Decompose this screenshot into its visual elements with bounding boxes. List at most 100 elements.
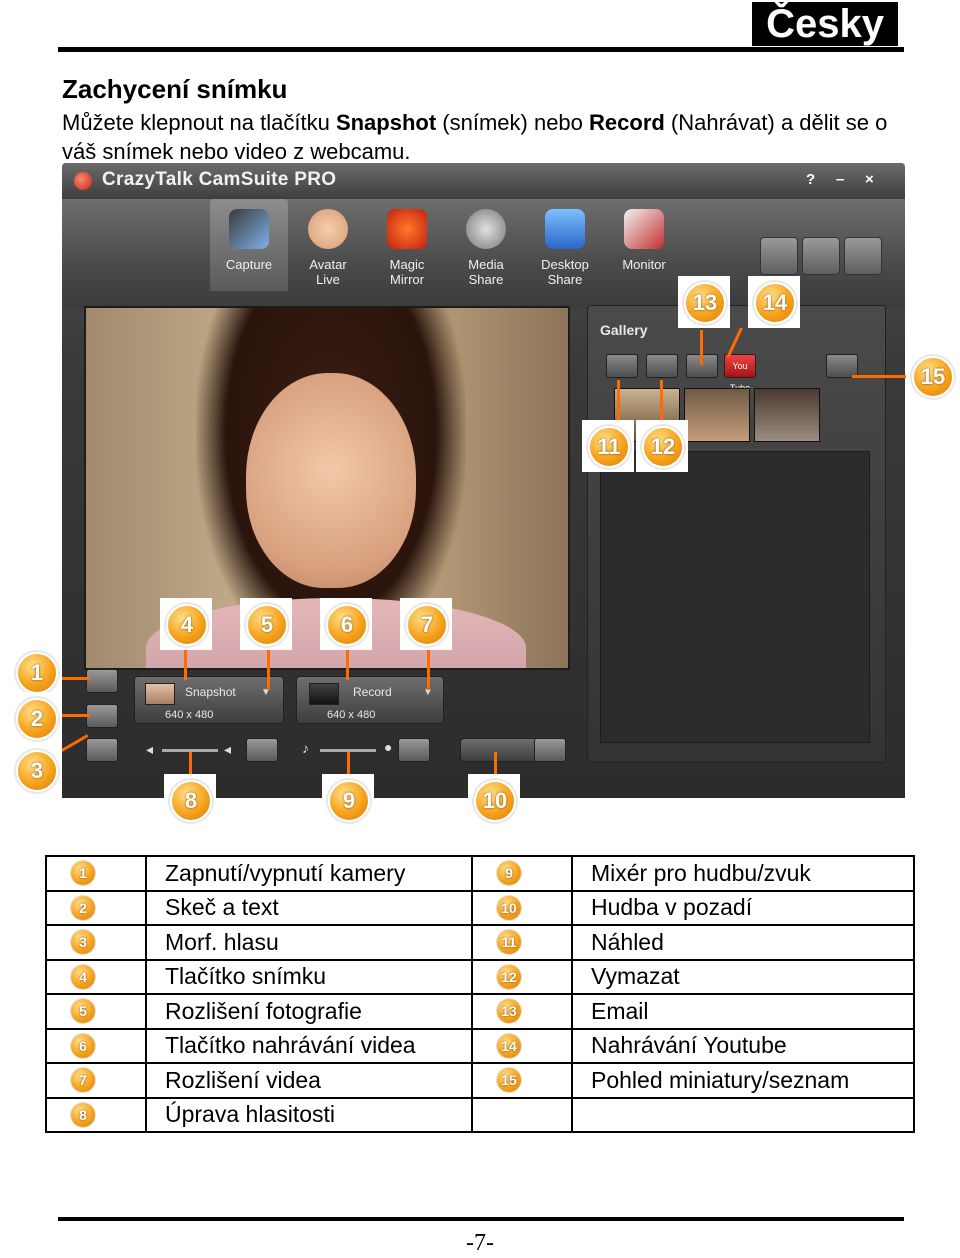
gear-icon[interactable] <box>802 237 840 275</box>
leader-5 <box>267 650 270 690</box>
gallery-panel: Gallery You Tube <box>587 305 886 763</box>
badge-icon: 12 <box>497 964 521 989</box>
camera-toggle-button[interactable] <box>86 669 118 693</box>
voice-morph-button[interactable] <box>86 738 118 762</box>
callout-13: 13 <box>684 282 726 324</box>
callout-8: 8 <box>170 780 212 822</box>
table-row: 2 Skeč a text 10 Hudba v pozadí <box>45 889 915 926</box>
leader-4 <box>184 650 187 680</box>
badge-icon: 6 <box>71 1033 95 1058</box>
mode-avatar-live[interactable]: Avatar Live <box>289 199 367 291</box>
webcam-icon <box>229 209 269 249</box>
badge-icon: 4 <box>71 964 95 989</box>
record-thumb <box>309 683 339 705</box>
leader-6 <box>346 650 349 680</box>
callout-14: 14 <box>754 282 796 324</box>
badge-icon: 5 <box>71 999 95 1023</box>
leader-11 <box>617 380 620 422</box>
app-title: CrazyTalk CamSuite PRO <box>102 169 337 190</box>
top-rule <box>58 47 904 52</box>
snapshot-term: Snapshot <box>335 110 437 135</box>
snapshot-button[interactable]: Snapshot 640 x 480 ▼ <box>134 676 284 724</box>
table-row: 5 Rozlišení fotografie 13 Email <box>45 993 915 1030</box>
badge-icon: 1 <box>71 861 95 885</box>
leader-7 <box>427 650 430 690</box>
leader-13 <box>700 330 703 365</box>
badge-icon: 11 <box>497 930 521 954</box>
avatar-icon <box>308 209 348 249</box>
language-tab: Česky <box>752 2 898 46</box>
badge-icon: 13 <box>497 999 521 1023</box>
table-row: 3 Morf. hlasu 11 Náhled <box>45 924 915 961</box>
badge-icon: 8 <box>71 1102 95 1127</box>
record-resolution[interactable]: 640 x 480 <box>327 709 375 721</box>
record-button[interactable]: Record 640 x 480 ▼ <box>296 676 444 724</box>
speaker-button[interactable] <box>246 738 278 762</box>
app-screenshot: CrazyTalk CamSuite PRO ? – × Capture Ava… <box>62 163 905 798</box>
badge-icon: 2 <box>71 895 95 920</box>
help-button[interactable]: ? <box>806 171 815 188</box>
leader-1 <box>60 677 90 680</box>
badge-icon: 14 <box>497 1033 521 1058</box>
sketch-text-button[interactable] <box>86 704 118 728</box>
mode-capture[interactable]: Capture <box>210 199 288 291</box>
callout-6: 6 <box>326 604 368 646</box>
table-row: 4 Tlačítko snímku 12 Vymazat <box>45 958 915 995</box>
callout-3: 3 <box>16 750 58 792</box>
security-camera-icon <box>624 209 664 249</box>
callout-10: 10 <box>474 780 516 822</box>
monitors-icon <box>545 209 585 249</box>
gallery-thumbnail[interactable] <box>684 388 750 442</box>
volume-low-icon: ◂ <box>146 741 154 757</box>
volume-high-icon: ◂ <box>224 741 232 757</box>
snapshot-thumb <box>145 683 175 705</box>
minimize-button[interactable]: – <box>836 171 844 188</box>
table-row: 6 Tlačítko nahrávání videa 14 Nahrávání … <box>45 1027 915 1064</box>
leader-15 <box>852 375 908 378</box>
callout-5: 5 <box>246 604 288 646</box>
snapshot-resolution[interactable]: 640 x 480 <box>165 709 213 721</box>
app-logo-icon <box>74 172 92 190</box>
badge-icon: 3 <box>71 930 95 954</box>
preview-button[interactable] <box>606 354 638 378</box>
preview-face <box>246 373 416 588</box>
leader-12 <box>660 380 663 422</box>
bottom-rule <box>58 1217 904 1221</box>
mode-desktop-share[interactable]: Desktop Share <box>526 199 604 291</box>
intro-text: Můžete klepnout na tlačítku Snapshot (sn… <box>62 110 888 164</box>
mode-monitor[interactable]: Monitor <box>605 199 683 291</box>
callout-7: 7 <box>406 604 448 646</box>
callout-9: 9 <box>328 780 370 822</box>
app-titlebar: CrazyTalk CamSuite PRO ? – × <box>62 163 905 199</box>
callout-4: 4 <box>166 604 208 646</box>
record-term: Record <box>589 110 665 135</box>
folder-button[interactable] <box>534 738 566 762</box>
music-note-icon: ♪ <box>302 740 309 756</box>
callout-11: 11 <box>588 426 630 468</box>
mode-magic-mirror[interactable]: Magic Mirror <box>368 199 446 291</box>
gallery-title: Gallery <box>600 322 648 338</box>
delete-button[interactable] <box>646 354 678 378</box>
callout-15: 15 <box>912 356 954 398</box>
callout-2: 2 <box>16 698 58 740</box>
camera-settings-icon[interactable] <box>844 237 882 275</box>
legend-table: 1 Zapnutí/vypnutí kamery 9 Mixér pro hud… <box>45 855 915 1133</box>
mixer-button[interactable] <box>398 738 430 762</box>
section-title: Zachycení snímku <box>62 74 288 104</box>
table-row: 7 Rozlišení videa 15 Pohled miniatury/se… <box>45 1062 915 1099</box>
badge-icon: 10 <box>497 895 521 920</box>
close-button[interactable]: × <box>865 171 874 188</box>
leader-2 <box>60 714 90 717</box>
page-number: -7- <box>466 1230 494 1256</box>
callout-1: 1 <box>16 652 58 694</box>
gallery-thumbnail[interactable] <box>754 388 820 442</box>
microphone-icon: ● <box>384 739 393 755</box>
badge-icon: 15 <box>497 1068 521 1092</box>
badge-icon: 9 <box>497 861 521 885</box>
mode-media-share[interactable]: Media Share <box>447 199 525 291</box>
mask-icon <box>387 209 427 249</box>
share-settings-icon[interactable] <box>760 237 798 275</box>
table-row: 1 Zapnutí/vypnutí kamery 9 Mixér pro hud… <box>45 855 915 892</box>
film-reel-icon <box>466 209 506 249</box>
table-row: 8 Úprava hlasitosti <box>45 1096 915 1133</box>
